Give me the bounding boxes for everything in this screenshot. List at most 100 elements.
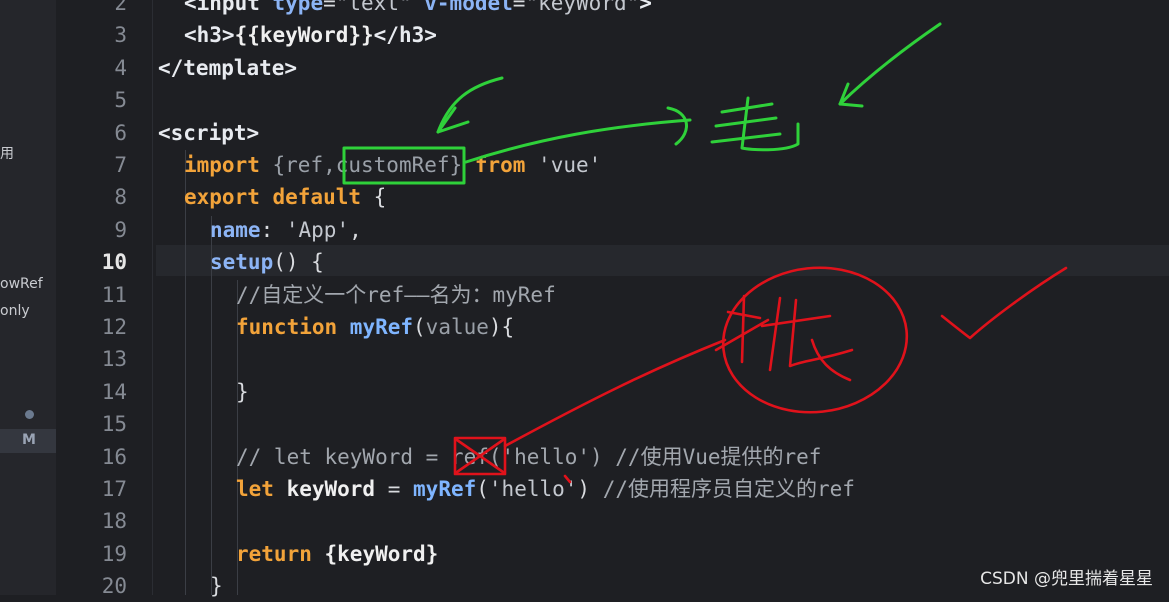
code-token: 'App'	[285, 217, 350, 242]
sidebar-fragment: 用	[0, 146, 14, 162]
code-line[interactable]: 10 setup() {	[56, 246, 1169, 278]
line-number[interactable]: 6	[67, 117, 127, 149]
code-text: import {ref,customRef} from 'vue'	[184, 149, 601, 181]
code-text: export default {	[184, 181, 386, 213]
code-line[interactable]: 18	[56, 505, 1169, 537]
code-line[interactable]: 11 //自定义一个ref——名为：myRef	[56, 279, 1169, 311]
line-number[interactable]: 7	[67, 149, 127, 181]
code-text: }	[236, 376, 249, 408]
code-token: myRef	[413, 477, 477, 501]
code-text: name: 'App',	[210, 214, 362, 246]
line-number[interactable]: 12	[67, 311, 127, 343]
sidebar-fragment[interactable]: owRef	[0, 276, 43, 292]
code-token: {	[373, 185, 387, 210]
code-line[interactable]: 4 </template>	[56, 52, 1169, 84]
code-text: function myRef(value){	[236, 311, 514, 343]
code-line[interactable]: 3 <h3>{{keyWord}}</h3>	[56, 19, 1169, 51]
code-text: </template>	[158, 52, 297, 84]
code-line[interactable]: 12 function myRef(value){	[56, 311, 1169, 343]
code-token: () {	[273, 250, 324, 275]
code-token: {{keyWord}}	[234, 23, 374, 48]
code-token: import	[184, 153, 273, 177]
code-token: </template>	[158, 55, 298, 80]
line-number[interactable]: 18	[67, 505, 127, 537]
code-token: v-model	[424, 0, 513, 15]
code-text: <h3>{{keyWord}}</h3>	[184, 19, 437, 51]
code-token: <script>	[158, 120, 260, 145]
code-token: <input	[184, 0, 273, 15]
code-line[interactable]: 9 name: 'App',	[56, 214, 1169, 246]
code-token: name	[210, 217, 261, 242]
code-line[interactable]: 2 <input type="text" v-model="keyWord">	[56, 0, 1169, 19]
line-number[interactable]: 13	[67, 343, 127, 375]
code-text: //自定义一个ref——名为：myRef	[236, 279, 556, 311]
code-token: //使用程序员自定义的ref	[602, 477, 855, 501]
code-line[interactable]: 13	[56, 343, 1169, 375]
code-token: return	[236, 541, 325, 566]
code-token: <h3>	[184, 23, 235, 48]
code-token: =	[387, 477, 414, 501]
code-token: function	[236, 315, 350, 339]
code-token: value	[425, 315, 489, 339]
code-token: "text"	[335, 0, 425, 15]
code-token: :	[260, 217, 286, 242]
code-token: (	[413, 315, 426, 339]
code-text: <input type="text" v-model="keyWord">	[184, 0, 652, 19]
line-number[interactable]: 17	[67, 473, 127, 505]
code-line[interactable]: 8 export default {	[56, 181, 1169, 213]
sidebar-fragment[interactable]: only	[0, 303, 30, 319]
line-number[interactable]: 19	[67, 538, 127, 570]
explorer-sidebar: 用 owRef only M	[0, 0, 56, 595]
code-text: // let keyWord = ref('hello') //使用Vue提供的…	[236, 441, 821, 473]
line-number[interactable]: 16	[67, 441, 127, 473]
code-token: =	[323, 0, 336, 15]
code-token: from	[474, 153, 539, 177]
code-line[interactable]: 7 import {ref,customRef} from 'vue'	[56, 149, 1169, 181]
line-number[interactable]: 9	[67, 214, 127, 246]
code-token: ,	[349, 217, 362, 242]
code-token: >	[639, 0, 652, 15]
line-number[interactable]: 15	[67, 408, 127, 440]
scm-modified-badge: M	[22, 432, 36, 448]
line-number[interactable]: 8	[67, 181, 127, 213]
code-token: }	[236, 379, 249, 404]
code-token: //自定义一个ref——名为：myRef	[236, 282, 556, 307]
code-token: 'vue'	[538, 153, 602, 177]
code-line[interactable]: 5	[56, 84, 1169, 116]
line-number[interactable]: 14	[67, 376, 127, 408]
code-token: }	[449, 153, 475, 177]
code-line[interactable]: 17 let keyWord = myRef('hello') //使用程序员自定…	[56, 473, 1169, 505]
code-editor[interactable]: 2 <input type="text" v-model="keyWord"> 3 <…	[56, 0, 1169, 598]
code-line[interactable]: 14}	[56, 376, 1169, 408]
code-token: {keyWord}	[324, 541, 439, 566]
code-line[interactable]: 15	[56, 408, 1169, 440]
line-number[interactable]: 11	[67, 279, 127, 311]
code-token: </h3>	[373, 23, 437, 48]
line-number[interactable]: 5	[67, 84, 127, 116]
code-text: let keyWord = myRef('hello') //使用程序员自定义的…	[236, 473, 855, 505]
line-number[interactable]: 10	[67, 246, 127, 278]
code-line[interactable]: 16 // let keyWord = ref('hello') //使用Vue提…	[56, 441, 1169, 473]
csdn-watermark: CSDN @兜里揣着星星	[980, 569, 1153, 589]
line-number[interactable]: 4	[67, 52, 127, 84]
code-text: setup() {	[210, 246, 324, 278]
line-number[interactable]: 20	[67, 570, 127, 602]
code-token: let	[236, 477, 287, 501]
code-token: "keyWord"	[525, 0, 640, 15]
code-token: customRef	[335, 153, 450, 177]
code-line[interactable]: 6 <script>	[56, 117, 1169, 149]
code-text: }	[210, 570, 223, 602]
code-token: setup	[210, 250, 274, 275]
sidebar-active-file[interactable]: M	[0, 429, 56, 453]
code-text: <script>	[158, 117, 259, 149]
code-token: keyWord	[286, 477, 388, 501]
code-token: 'hello'	[488, 477, 578, 501]
code-token: type	[272, 0, 324, 15]
line-number[interactable]: 3	[67, 19, 127, 51]
code-token: // let keyWord = ref('hello') //使用Vue提供的…	[236, 444, 822, 469]
code-token: {ref,	[272, 153, 336, 177]
code-token: =	[512, 0, 526, 15]
code-token: ){	[488, 315, 515, 339]
unsaved-dot-icon	[25, 410, 34, 419]
line-number[interactable]: 2	[67, 0, 127, 19]
